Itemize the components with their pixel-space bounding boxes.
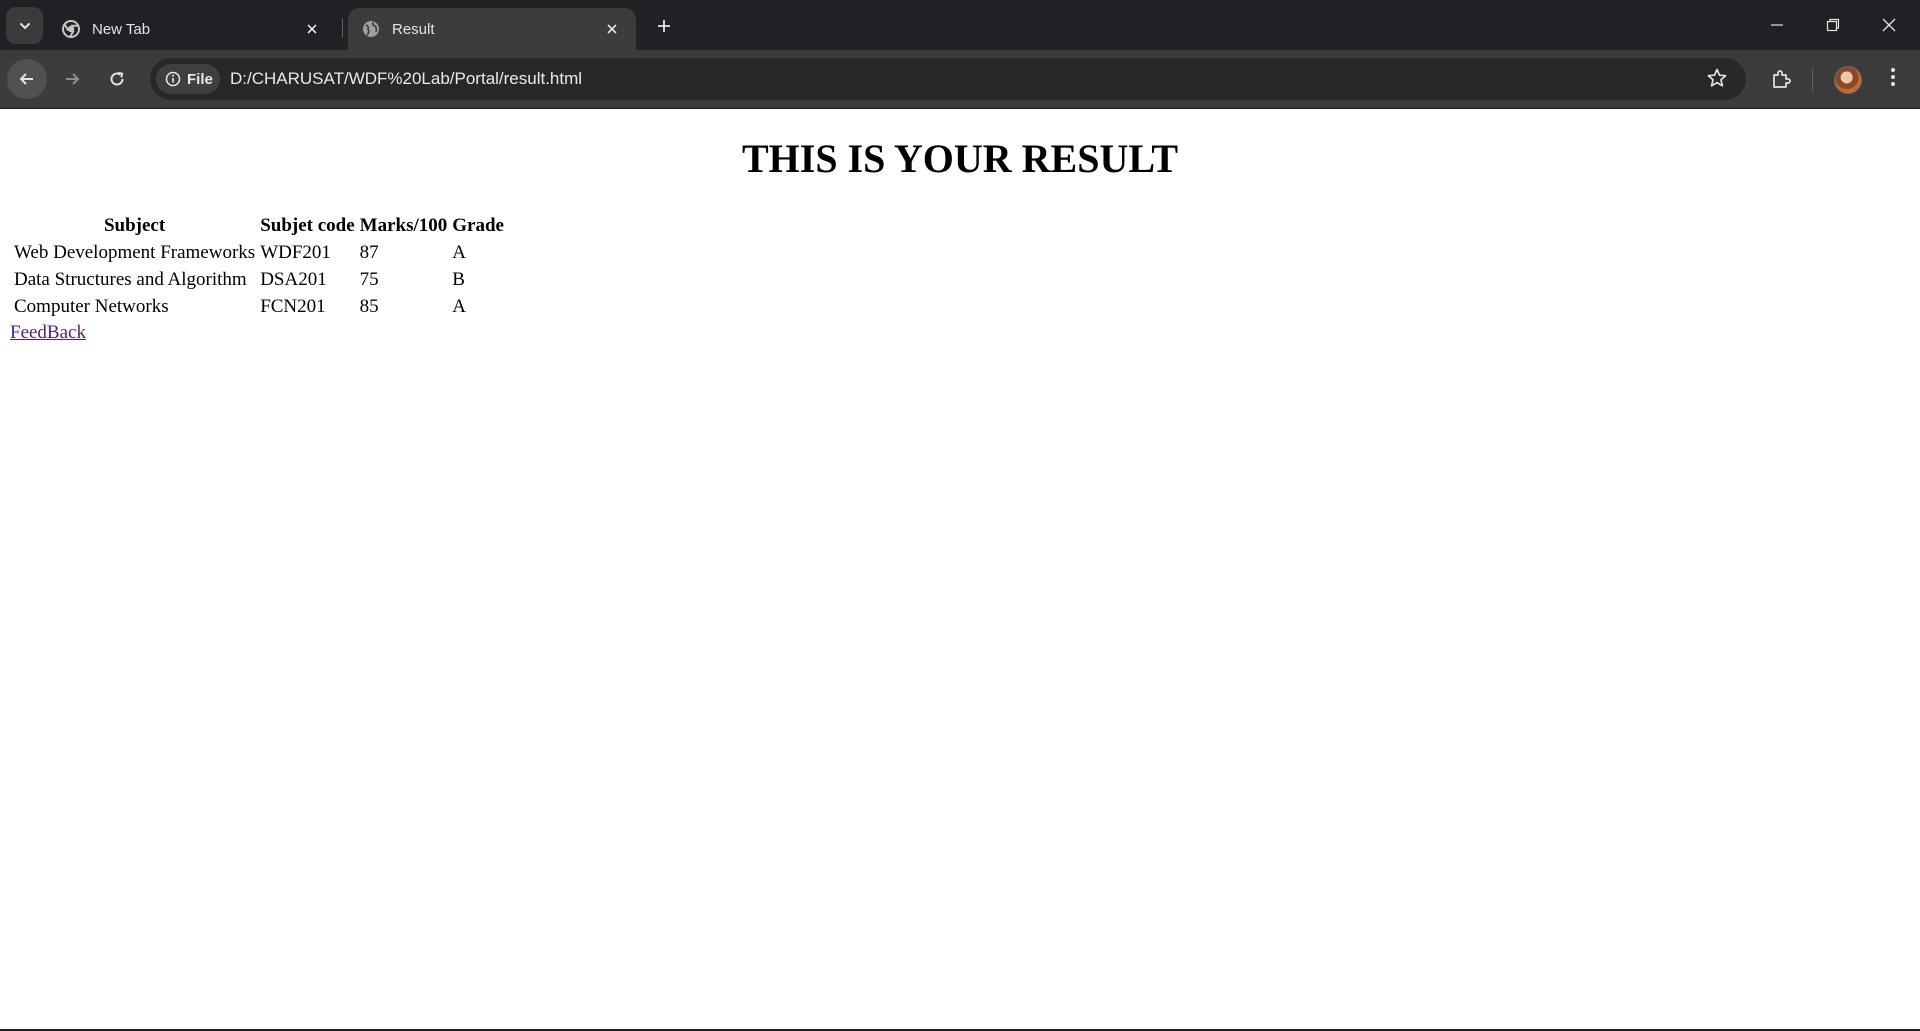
subject-code-cell: FCN201 [260,296,326,317]
grade-cell: A [452,296,467,317]
bookmark-button[interactable] [1706,67,1728,94]
url-text[interactable]: D:/CHARUSAT/WDF%20Lab/Portal/result.html [230,69,582,89]
subject-cell: Data Structures and Algorithm [14,269,247,290]
page-content: THIS IS YOUR RESULT Subject Subjet code … [0,109,1920,1031]
table-header-row: Subject Subjet code Marks/100 Grade [13,214,505,238]
restore-button[interactable] [1805,0,1861,50]
column-header-marks: Marks/100 [359,215,448,236]
close-tab-button[interactable] [300,17,324,41]
minimize-button[interactable] [1749,0,1805,50]
close-tab-button[interactable] [600,17,624,41]
chrome-icon [62,20,80,38]
info-icon [165,71,181,87]
feedback-link[interactable]: FeedBack [10,322,86,344]
toolbar-separator [1812,68,1813,92]
globe-icon [363,21,379,37]
back-button[interactable] [7,59,47,99]
grade-cell: A [452,242,467,263]
marks-cell: 75 [359,269,379,290]
page-title: THIS IS YOUR RESULT [741,136,1179,181]
profile-avatar[interactable] [1834,66,1862,94]
column-header-subject-code: Subjet code [260,215,355,236]
browser-toolbar: File D:/CHARUSAT/WDF%20Lab/Portal/result… [0,50,1920,108]
menu-button[interactable] [1884,64,1902,95]
table-row: Web Development Frameworks WDF201 87 A [13,241,505,265]
forward-button[interactable] [52,59,92,99]
chevron-down-icon [19,22,30,29]
close-icon [1882,18,1896,32]
new-tab-button[interactable] [650,12,678,40]
marks-cell: 87 [359,242,379,263]
result-table: Subject Subjet code Marks/100 Grade Web … [10,211,508,322]
marks-cell: 85 [359,296,379,317]
kebab-menu-icon [1891,68,1895,86]
arrow-left-icon [19,73,33,85]
table-row: Data Structures and Algorithm DSA201 75 … [13,268,505,292]
address-bar[interactable]: File D:/CHARUSAT/WDF%20Lab/Portal/result… [150,58,1746,100]
extensions-button[interactable] [1770,67,1794,96]
table-row: Computer Networks FCN201 85 A [13,295,505,319]
subject-cell: Web Development Frameworks [14,242,256,263]
arrow-right-icon [66,73,80,85]
close-icon [607,24,617,34]
reload-button[interactable] [97,59,137,99]
subject-code-cell: DSA201 [260,269,327,290]
tab-search-button[interactable] [6,7,43,44]
minimize-icon [1771,24,1783,26]
tab-new-tab[interactable]: New Tab [48,8,336,50]
site-info-chip[interactable]: File [156,64,220,94]
puzzle-icon [1773,70,1791,88]
tab-divider [342,18,343,38]
column-header-subject: Subject [103,215,166,236]
subject-cell: Computer Networks [14,296,169,317]
tab-title: New Tab [92,20,151,38]
restore-icon [1826,18,1840,32]
tab-result[interactable]: Result [348,8,636,50]
site-info-label: File [187,70,213,88]
grade-cell: B [452,269,465,290]
star-icon [1707,68,1727,87]
column-header-grade: Grade [452,215,504,236]
tab-title: Result [392,20,435,38]
close-window-button[interactable] [1861,0,1917,50]
subject-code-cell: WDF201 [260,242,331,263]
close-icon [307,24,317,34]
plus-icon [658,20,670,32]
tab-strip: New Tab Result [0,0,1920,50]
reload-icon [110,72,124,86]
